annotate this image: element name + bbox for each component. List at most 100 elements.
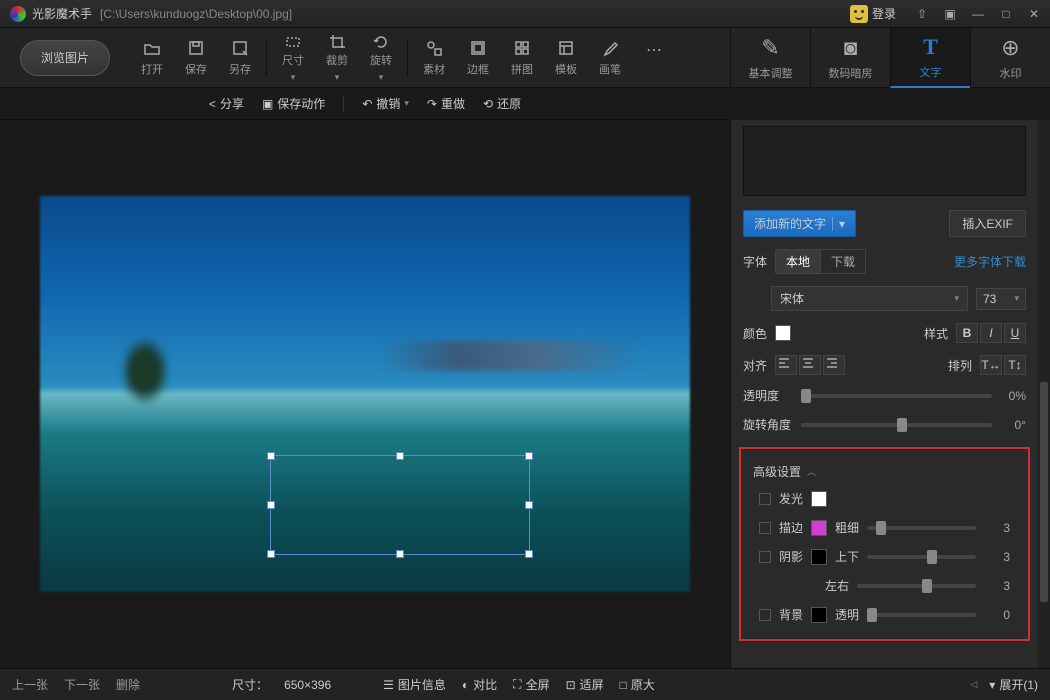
- tab-basic[interactable]: ✎基本调整: [730, 28, 810, 88]
- basic-icon: ✎: [761, 35, 779, 61]
- handle-nw[interactable]: [267, 452, 275, 460]
- file-path: [C:\Users\kunduogz\Desktop\00.jpg]: [100, 7, 292, 21]
- restore-icon: ⟲: [483, 97, 493, 111]
- align-center-button[interactable]: [799, 355, 821, 375]
- tool-more[interactable]: ⋯...: [632, 33, 676, 83]
- glow-checkbox[interactable]: [759, 493, 771, 505]
- save-action-button[interactable]: ▣保存动作: [262, 95, 325, 112]
- text-selection-box[interactable]: [270, 455, 530, 555]
- compare-button[interactable]: ◐对比: [462, 676, 497, 693]
- info-icon: ☰: [383, 678, 394, 692]
- tool-template[interactable]: 模板: [544, 33, 588, 83]
- expand-button[interactable]: ▾展开(1): [989, 676, 1038, 693]
- glow-color-swatch[interactable]: [811, 491, 827, 507]
- tool-size[interactable]: 尺寸▾: [271, 33, 315, 83]
- fullscreen-icon: ⛶: [513, 677, 521, 692]
- tab-text[interactable]: T文字: [890, 28, 970, 88]
- brush-icon: [601, 39, 619, 57]
- shadow-checkbox[interactable]: [759, 551, 771, 563]
- arrange-vertical-button[interactable]: T↕: [1004, 355, 1026, 375]
- browse-images-button[interactable]: 浏览图片: [20, 40, 110, 76]
- bold-button[interactable]: B: [956, 323, 978, 343]
- handle-se[interactable]: [525, 550, 533, 558]
- panel-scrollbar[interactable]: [1038, 120, 1050, 668]
- opacity-slider[interactable]: [801, 394, 992, 398]
- insert-exif-button[interactable]: 插入EXIF: [949, 210, 1026, 237]
- rotate-icon: [372, 33, 390, 48]
- shadow-color-swatch[interactable]: [811, 549, 827, 565]
- align-left-button[interactable]: [775, 355, 797, 375]
- font-local-tab[interactable]: 本地: [776, 250, 821, 273]
- handle-sw[interactable]: [267, 550, 275, 558]
- opacity-value: 0%: [1000, 389, 1026, 403]
- color-swatch[interactable]: [775, 325, 791, 341]
- tool-open[interactable]: 打开: [130, 33, 174, 83]
- font-download-tab[interactable]: 下载: [821, 250, 865, 273]
- advanced-toggle[interactable]: 高级设置︿: [747, 459, 1022, 484]
- handle-e[interactable]: [525, 501, 533, 509]
- share-button[interactable]: <分享: [209, 95, 244, 112]
- scroll-thumb[interactable]: [1040, 382, 1048, 602]
- delete-button[interactable]: 删除: [116, 676, 140, 693]
- align-right-button[interactable]: [823, 355, 845, 375]
- tool-save-as[interactable]: 另存: [218, 33, 262, 83]
- handle-w[interactable]: [267, 501, 275, 509]
- material-icon: [425, 39, 443, 57]
- tab-watermark[interactable]: ⊕水印: [970, 28, 1050, 88]
- login-avatar-icon[interactable]: [850, 5, 868, 23]
- undo-button[interactable]: ↶撤销▾: [362, 95, 409, 112]
- image-info-button[interactable]: ☰图片信息: [383, 676, 446, 693]
- skin-button[interactable]: ▣: [938, 4, 962, 24]
- canvas-pane[interactable]: [0, 120, 730, 668]
- shadow-h-value: 3: [984, 579, 1010, 593]
- more-icon: ⋯: [644, 40, 664, 60]
- font-family-select[interactable]: 宋体▾: [771, 286, 968, 311]
- tab-darkroom[interactable]: ◙数码暗房: [810, 28, 890, 88]
- redo-button[interactable]: ↷重做: [427, 95, 465, 112]
- save-action-icon: ▣: [262, 97, 273, 111]
- add-text-button[interactable]: 添加新的文字▾: [743, 210, 856, 237]
- bg-slider[interactable]: [867, 613, 976, 617]
- shadow-v-slider[interactable]: [867, 555, 976, 559]
- stroke-checkbox[interactable]: [759, 522, 771, 534]
- fullscreen-button[interactable]: ⛶全屏: [513, 676, 549, 693]
- next-image-button[interactable]: 下一张: [64, 676, 100, 693]
- close-button[interactable]: ✕: [1022, 4, 1046, 24]
- undo-icon: ↶: [362, 97, 372, 111]
- tool-brush[interactable]: 画笔: [588, 33, 632, 83]
- tool-border[interactable]: 边框: [456, 33, 500, 83]
- handle-n[interactable]: [396, 452, 404, 460]
- arrange-horizontal-button[interactable]: T↔: [980, 355, 1002, 375]
- maximize-button[interactable]: □: [994, 4, 1018, 24]
- shadow-v-value: 3: [984, 550, 1010, 564]
- underline-button[interactable]: U: [1004, 323, 1026, 343]
- statusbar: 上一张 下一张 删除 尺寸： 650×396 ☰图片信息 ◐对比 ⛶全屏 ⊡适屏…: [0, 668, 1050, 700]
- minimize-button[interactable]: —: [966, 4, 990, 24]
- tool-crop[interactable]: 裁剪▾: [315, 33, 359, 83]
- prev-image-button[interactable]: 上一张: [12, 676, 48, 693]
- shadow-h-slider[interactable]: [857, 584, 976, 588]
- compare-icon: ◐: [462, 678, 469, 692]
- app-title: 光影魔术手: [32, 5, 92, 22]
- handle-s[interactable]: [396, 550, 404, 558]
- handle-ne[interactable]: [525, 452, 533, 460]
- stroke-color-swatch[interactable]: [811, 520, 827, 536]
- rotate-slider[interactable]: [801, 423, 992, 427]
- stroke-slider[interactable]: [867, 526, 976, 530]
- actual-button[interactable]: □原大: [620, 676, 655, 693]
- login-label[interactable]: 登录: [872, 5, 896, 22]
- more-fonts-link[interactable]: 更多字体下载: [954, 253, 1026, 270]
- italic-button[interactable]: I: [980, 323, 1002, 343]
- bg-color-swatch[interactable]: [811, 607, 827, 623]
- fit-button[interactable]: ⊡适屏: [566, 676, 604, 693]
- pin-button[interactable]: ⇧: [910, 4, 934, 24]
- tool-collage[interactable]: 拼图: [500, 33, 544, 83]
- font-size-select[interactable]: 73▾: [976, 288, 1026, 310]
- tool-material[interactable]: 素材: [412, 33, 456, 83]
- chevron-left-icon[interactable]: ◁: [970, 679, 977, 690]
- bg-checkbox[interactable]: [759, 609, 771, 621]
- tool-save[interactable]: 保存: [174, 33, 218, 83]
- restore-button[interactable]: ⟲还原: [483, 95, 521, 112]
- shadow-label: 阴影: [779, 548, 803, 565]
- tool-rotate[interactable]: 旋转▾: [359, 33, 403, 83]
